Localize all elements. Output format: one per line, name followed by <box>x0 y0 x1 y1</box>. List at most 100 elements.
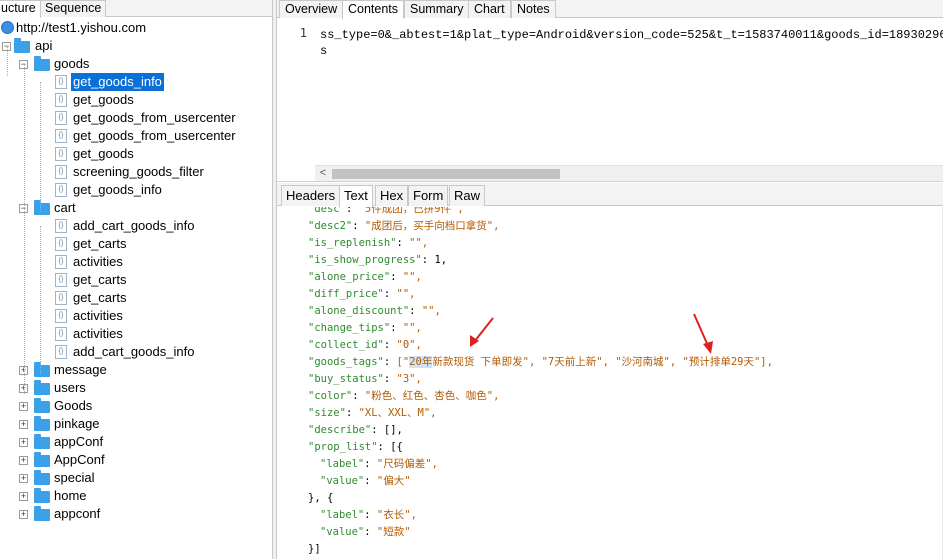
tree-cart-item[interactable]: get_carts <box>71 235 128 253</box>
tab-chart[interactable]: Chart <box>468 0 511 18</box>
tree-cart[interactable]: cart <box>52 199 78 217</box>
globe-icon <box>1 21 14 34</box>
json-key: "label" <box>320 458 365 470</box>
expand-icon[interactable]: + <box>19 474 28 483</box>
tree-cart-item-label: get_carts <box>73 236 127 251</box>
tree-goods-item[interactable]: get_goods_info <box>71 73 164 91</box>
tree-folder[interactable]: Goods <box>52 397 94 415</box>
tree-cart-item[interactable]: activities <box>71 325 125 343</box>
json-colon: : <box>345 207 359 215</box>
tab-notes[interactable]: Notes <box>511 0 556 18</box>
tree-cart-item[interactable]: get_carts <box>71 271 128 289</box>
scroll-left-icon[interactable]: < <box>317 166 329 182</box>
expand-icon[interactable]: + <box>19 438 28 447</box>
folder-icon <box>34 380 50 395</box>
tab-form[interactable]: Form <box>408 185 449 206</box>
tree-goods-item[interactable]: get_goods <box>71 145 136 163</box>
json-value: "粉色、红色、杏色、咖色", <box>364 390 500 402</box>
json-key: "is_show_progress" <box>308 254 422 266</box>
left-tabbar: ucture Sequence <box>0 0 272 18</box>
folder-icon <box>34 488 50 503</box>
json-colon: : <box>352 390 365 402</box>
tree-folder[interactable]: appconf <box>52 505 102 523</box>
tree-folder-label: appconf <box>54 506 101 521</box>
json-file-icon: {} <box>55 147 67 161</box>
tree-cart-item[interactable]: activities <box>71 253 125 271</box>
scroll-thumb[interactable] <box>332 169 560 179</box>
tree-goods-item-label: get_goods_info <box>73 182 162 197</box>
tree-folder-label: users <box>54 380 86 395</box>
tree-folder[interactable]: pinkage <box>52 415 102 433</box>
json-file-icon: {} <box>55 75 67 89</box>
json-value: "短款" <box>376 526 411 538</box>
tree-cart-item[interactable]: add_cart_goods_info <box>71 217 196 235</box>
tab-summary[interactable]: Summary <box>404 0 470 18</box>
tree-folder[interactable]: special <box>52 469 96 487</box>
json-file-icon: {} <box>55 327 67 341</box>
tab-raw[interactable]: Raw <box>449 185 486 206</box>
json-colon: : <box>364 458 377 470</box>
json-file-icon: {} <box>55 219 67 233</box>
request-body-text[interactable]: ss_type=0&_abtest=1&plat_type=Android&ve… <box>320 27 943 59</box>
folder-icon <box>34 200 50 215</box>
tree-goods-item[interactable]: screening_goods_filter <box>71 163 206 181</box>
json-file-icon: {} <box>55 183 67 197</box>
json-line: "value": "短款" <box>320 524 411 541</box>
tab-headers[interactable]: Headers <box>281 185 341 206</box>
folder-icon <box>34 416 50 431</box>
tree-goods-item-label: get_goods_from_usercenter <box>73 128 236 143</box>
tree-goods-item[interactable]: get_goods_from_usercenter <box>71 127 238 145</box>
request-line-1: ss_type=0&_abtest=1&plat_type=Android&ve… <box>320 28 943 42</box>
json-key: "diff_price" <box>308 288 384 300</box>
response-json-view[interactable]: "desc": "5件成团，已拼9件", "desc2": "成团后，买手向档口拿… <box>277 207 943 559</box>
tree-guide <box>40 226 41 374</box>
tree-folder[interactable]: message <box>52 361 109 379</box>
json-file-icon: {} <box>55 309 67 323</box>
tree-folder[interactable]: AppConf <box>52 451 107 469</box>
json-key: "describe" <box>308 424 372 436</box>
line-gutter: 1 <box>277 19 315 167</box>
expand-icon[interactable]: + <box>19 510 28 519</box>
request-body-editor[interactable]: 1 ss_type=0&_abtest=1&plat_type=Android&… <box>277 19 943 182</box>
tab-sequence[interactable]: Sequence <box>40 0 107 17</box>
json-line: "alone_discount": "", <box>308 303 441 320</box>
tree-goods-item[interactable]: get_goods <box>71 91 136 109</box>
json-value: }] <box>308 543 321 555</box>
tab-overview[interactable]: Overview <box>279 0 344 18</box>
folder-icon <box>34 434 50 449</box>
tree-host[interactable]: http://test1.yishou.com <box>14 19 148 37</box>
tree-cart-item[interactable]: add_cart_goods_info <box>71 343 196 361</box>
tree-cart-item[interactable]: get_carts <box>71 289 128 307</box>
tab-contents[interactable]: Contents <box>342 0 405 19</box>
tree-goods-item-label: get_goods <box>73 92 134 107</box>
json-file-icon: {} <box>55 345 67 359</box>
expand-icon[interactable]: + <box>19 456 28 465</box>
json-key: "desc2" <box>308 220 353 232</box>
expand-icon[interactable]: + <box>19 420 28 429</box>
tree-cart-item[interactable]: activities <box>71 307 125 325</box>
tab-text[interactable]: Text <box>339 185 373 207</box>
tree-api-label: api <box>35 38 53 53</box>
json-colon: : <box>396 237 410 249</box>
tab-hex[interactable]: Hex <box>375 185 409 206</box>
tree-goods-item[interactable]: get_goods_from_usercenter <box>71 109 238 127</box>
expand-icon[interactable]: + <box>19 402 28 411</box>
tree-goods-item[interactable]: get_goods_info <box>71 181 164 199</box>
json-key: "desc" <box>308 207 346 215</box>
json-file-icon: {} <box>55 93 67 107</box>
tree-folder[interactable]: users <box>52 379 88 397</box>
folder-icon <box>14 38 30 53</box>
tree-goods[interactable]: goods <box>52 55 91 73</box>
expand-icon[interactable]: + <box>19 492 28 501</box>
horizontal-scrollbar[interactable]: < <box>315 165 943 181</box>
json-line: "diff_price": "", <box>308 286 415 303</box>
tree-host-label: http://test1.yishou.com <box>16 20 147 35</box>
tree-api[interactable]: api <box>33 37 54 55</box>
json-file-icon: {} <box>55 111 67 125</box>
tab-structure[interactable]: ucture <box>0 0 41 18</box>
tree-folder[interactable]: home <box>52 487 89 505</box>
response-tabbar: Headers Text Hex Form Raw <box>277 183 943 207</box>
json-file-icon: {} <box>55 255 67 269</box>
tree-folder[interactable]: appConf <box>52 433 105 451</box>
tree-folder-label: message <box>54 362 107 377</box>
